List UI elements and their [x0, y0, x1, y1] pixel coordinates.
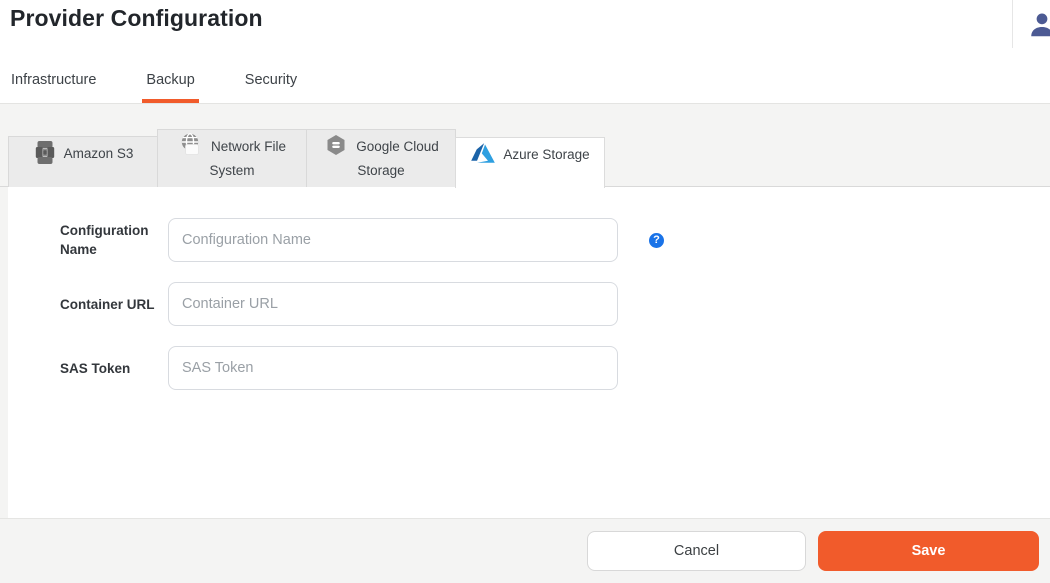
form-row-container-url: Container URL [60, 282, 1050, 326]
form-row-configuration-name: Configuration Name ? [60, 218, 1050, 262]
nav-item-infrastructure[interactable]: Infrastructure [7, 71, 100, 103]
nav-item-security[interactable]: Security [241, 71, 301, 103]
top-nav: Infrastructure Backup Security [7, 71, 343, 103]
azure-logo-icon [470, 140, 496, 166]
tab-label: Azure Storage [503, 147, 589, 162]
help-icon[interactable]: ? [649, 233, 664, 248]
azure-storage-form-panel: Configuration Name ? Container URL SAS T… [8, 187, 1050, 518]
nav-item-backup[interactable]: Backup [142, 71, 198, 103]
tab-label: Network File System [209, 139, 286, 178]
page-title: Provider Configuration [10, 5, 263, 32]
sas-token-label: SAS Token [60, 359, 156, 378]
tab-label: Amazon S3 [64, 146, 134, 161]
page-header: Provider Configuration Infrastructure Ba… [0, 0, 1050, 104]
configuration-name-input[interactable] [168, 218, 618, 262]
provider-tab-band: Amazon S3 Network File System Google Clo… [0, 104, 1050, 187]
save-button[interactable]: Save [818, 531, 1039, 571]
s3-bucket-icon [33, 139, 57, 166]
tab-amazon-s3[interactable]: Amazon S3 [8, 136, 158, 187]
tab-google-cloud-storage[interactable]: Google Cloud Storage [306, 129, 456, 187]
form-row-sas-token: SAS Token [60, 346, 1050, 390]
header-divider [1012, 0, 1013, 48]
tab-label: Google Cloud Storage [356, 139, 439, 178]
container-url-input[interactable] [168, 282, 618, 326]
provider-tabstrip: Amazon S3 Network File System Google Clo… [8, 135, 1050, 187]
container-url-label: Container URL [60, 295, 156, 314]
globe-folder-icon [178, 132, 204, 158]
hexagon-equals-icon [323, 132, 349, 158]
cancel-button[interactable]: Cancel [587, 531, 806, 571]
tab-azure-storage[interactable]: Azure Storage [455, 137, 605, 188]
tab-network-file-system[interactable]: Network File System [157, 129, 307, 187]
action-footer: Cancel Save [0, 518, 1050, 583]
sas-token-input[interactable] [168, 346, 618, 390]
user-icon[interactable] [1027, 10, 1050, 40]
configuration-name-label: Configuration Name [60, 221, 156, 259]
